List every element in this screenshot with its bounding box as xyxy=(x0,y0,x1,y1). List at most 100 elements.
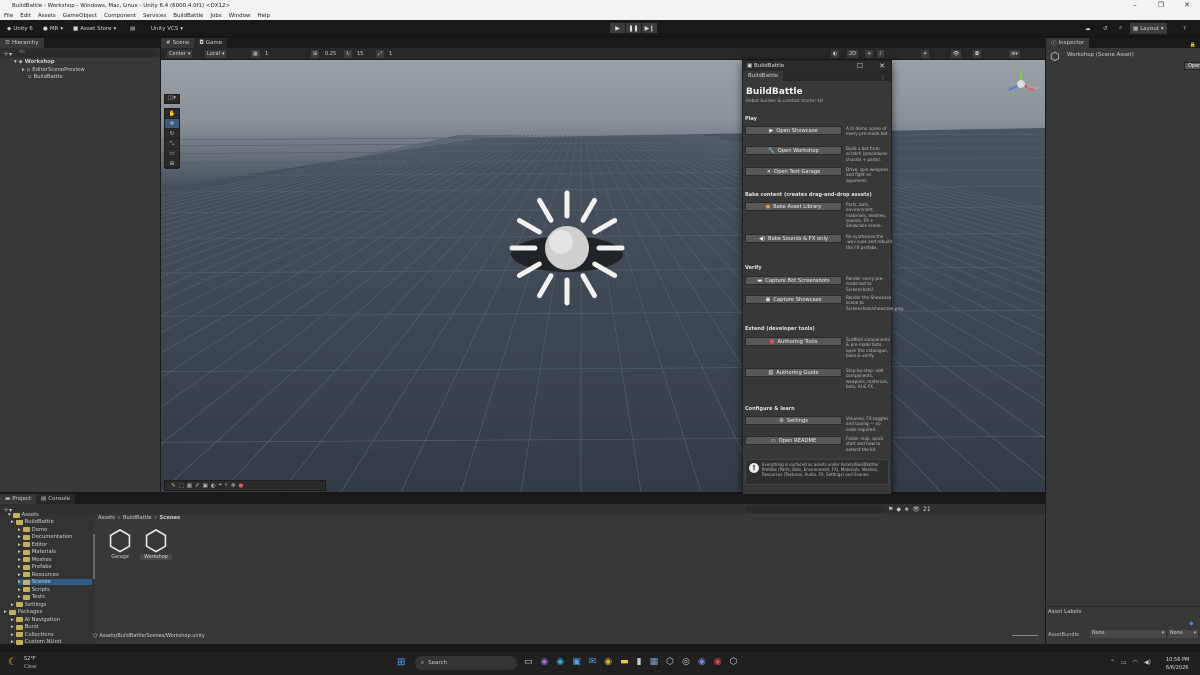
clock-date[interactable]: 6/6/2026 xyxy=(1166,665,1188,671)
menu-help[interactable]: Help xyxy=(257,13,270,19)
transform-tool-icon[interactable]: ⊞ xyxy=(165,159,179,169)
layout-dropdown[interactable]: ▦ Layout ▾ xyxy=(1130,23,1167,34)
brush-icon[interactable]: ✐ xyxy=(195,483,200,489)
grid-value[interactable]: 1 xyxy=(263,50,271,58)
breadcrumb-scenes[interactable]: Scenes xyxy=(160,515,181,521)
play-icon[interactable]: ▶ xyxy=(610,23,625,33)
snap-icon[interactable]: ⊞ xyxy=(311,50,320,58)
tree-item[interactable]: ▸ Burst xyxy=(11,624,39,630)
tree-scrollbar[interactable] xyxy=(93,534,95,579)
volume-icon[interactable]: ◀) xyxy=(1144,659,1151,666)
select-icon[interactable]: ⬚ xyxy=(179,483,184,489)
open-button[interactable]: Open xyxy=(1184,62,1200,70)
zoom-icon[interactable]: ⌕ xyxy=(225,482,228,489)
step-icon[interactable]: ▶❙ xyxy=(642,23,657,33)
fx-icon[interactable]: ✦ xyxy=(921,50,930,58)
asset-store-button[interactable]: ■ Asset Store ▾ xyxy=(70,23,119,34)
tile-icon[interactable]: ▦ xyxy=(187,483,192,489)
asset-tile-garage[interactable]: ⬡ Garage xyxy=(104,527,136,561)
tree-item[interactable]: ▸ Custom NUnit xyxy=(11,639,61,645)
authoring-guide-button[interactable]: ▤ Authoring Guide xyxy=(745,368,842,377)
assetbundle-dropdown[interactable]: None ▾ xyxy=(1090,630,1166,638)
move-icon[interactable]: ✥ xyxy=(231,483,236,489)
file-explorer-icon[interactable]: ▬ xyxy=(620,657,629,667)
edge-icon[interactable]: ◉ xyxy=(556,657,564,667)
asset-tile-workshop[interactable]: ⬡ Workshop xyxy=(140,527,172,560)
maximize-icon[interactable]: ❐ xyxy=(1148,0,1174,11)
filter-icon[interactable]: ⚑ xyxy=(888,506,893,513)
chevron-up-icon[interactable]: ⌃ xyxy=(1110,659,1115,666)
bake-asset-library-button[interactable]: ● Bake Asset Library xyxy=(745,202,842,211)
orientation-label[interactable]: < Persp xyxy=(1021,86,1039,91)
variant-dropdown[interactable]: None ▾ xyxy=(1168,630,1198,638)
eraser-icon[interactable]: ◐ xyxy=(211,483,216,489)
user-button[interactable]: ● MR ▾ xyxy=(40,23,66,34)
tree-item[interactable]: ▸ Editor xyxy=(18,542,47,548)
tree-item[interactable]: ▸ Resources xyxy=(18,572,59,578)
hierarchy-item[interactable]: ▸ ▫ EditorScenePreview xyxy=(22,67,85,73)
menu-file[interactable]: File xyxy=(4,13,13,19)
angle-value[interactable]: 15 xyxy=(355,50,366,58)
clock-time[interactable]: 10:56 PM xyxy=(1166,657,1189,663)
overlay-menu-icon[interactable]: ◫▾ xyxy=(164,94,180,104)
buildbattle-titlebar[interactable]: ▣ BuildBattle ☐ ✕ xyxy=(743,61,891,71)
scale-value[interactable]: 1 xyxy=(387,50,395,58)
menu-edit[interactable]: Edit xyxy=(20,13,31,19)
visibility-icon[interactable]: 👁 xyxy=(912,506,920,513)
windows-start-icon[interactable]: ⊞ xyxy=(397,657,405,668)
tree-item[interactable]: ▸ BuildBattle xyxy=(11,519,54,525)
mail-icon[interactable]: ✉ xyxy=(589,657,597,667)
tree-item[interactable]: ▸ Materials xyxy=(18,549,56,555)
open-test-garage-button[interactable]: ✕ Open Test Garage xyxy=(745,167,842,176)
open-readme-button[interactable]: ▭ Open README xyxy=(745,436,842,445)
store-icon[interactable]: ▣ xyxy=(572,657,581,667)
tab-scene[interactable]: # Scene xyxy=(161,38,195,48)
search-toolbar-icon[interactable]: ▤ xyxy=(127,23,138,34)
breadcrumb-assets[interactable]: Assets xyxy=(98,515,115,521)
tab-hierarchy[interactable]: ☰ Hierarchy xyxy=(0,38,44,48)
open-showcase-button[interactable]: ▶ Open Showcase xyxy=(745,126,842,135)
hierarchy-search-input[interactable]: All xyxy=(15,49,157,57)
tree-item[interactable]: ▸ AI Navigation xyxy=(11,617,60,623)
weather-temp[interactable]: 52°F xyxy=(24,656,36,662)
cloud-icon[interactable]: ☁ xyxy=(1082,23,1094,34)
hierarchy-item[interactable]: ▫ BuildBattle xyxy=(28,74,63,80)
wifi-icon[interactable]: ◠ xyxy=(1133,659,1138,666)
lock-icon[interactable]: 🔒 xyxy=(1190,42,1196,48)
tab-game[interactable]: ◘ Game xyxy=(194,38,228,48)
minimize-icon[interactable]: – xyxy=(1122,0,1148,11)
project-search-input[interactable] xyxy=(745,505,886,513)
rotate-tool-icon[interactable]: ↻ xyxy=(165,129,179,139)
rect-tool-icon[interactable]: ▭ xyxy=(165,149,179,159)
menu-window[interactable]: Window xyxy=(229,13,251,19)
lighting-icon[interactable]: ☀ xyxy=(865,50,874,58)
account-button[interactable]: ◆ Unity 6 xyxy=(4,23,36,34)
unity-editor-icon[interactable]: ⬡ xyxy=(730,657,738,667)
vcs-button[interactable]: Unity VCS ▾ xyxy=(148,23,186,34)
taskbar-search[interactable]: ⌕ Search xyxy=(415,656,517,670)
breadcrumb-buildbattle[interactable]: BuildBattle xyxy=(123,515,151,521)
label-icon[interactable]: ◆ xyxy=(1189,620,1194,627)
move-tool-icon[interactable]: ✥ xyxy=(165,119,179,129)
tree-item[interactable]: ▸ Meshes xyxy=(18,557,52,563)
space-dropdown[interactable]: Local ▾ xyxy=(205,50,227,58)
tree-item[interactable]: ▸ Documentation xyxy=(18,534,73,540)
capture-showcase-button[interactable]: ▣ Capture Showcase xyxy=(745,295,842,304)
discord-icon[interactable]: ◉ xyxy=(698,657,706,667)
open-workshop-button[interactable]: 🔧 Open Workshop xyxy=(745,146,842,155)
menu-component[interactable]: Component xyxy=(104,13,136,19)
2d-toggle-icon[interactable]: 2D xyxy=(847,50,859,58)
star-icon[interactable]: ★ xyxy=(904,506,909,513)
tab-console[interactable]: ▤ Console xyxy=(36,494,76,504)
steam-icon[interactable]: ◎ xyxy=(682,657,690,667)
zoom-slider[interactable] xyxy=(1012,635,1038,636)
rotation-snap-icon[interactable]: ↻ xyxy=(344,50,353,58)
tree-item[interactable]: ▸ Scripts xyxy=(18,587,50,593)
tree-item[interactable]: ▸ Prefabs xyxy=(18,564,51,570)
chrome-icon[interactable]: ◉ xyxy=(604,657,612,667)
network-icon[interactable]: ▭ xyxy=(1121,659,1127,666)
scene-viewport[interactable]: < Persp ✋ ✥ ↻ ⤡ ▭ ⊞ ◫▾ ✎ ⬚ ▦ ✐ ▣ ◐ ⌖ ⌕ ✥ ● xyxy=(161,60,1045,492)
audio-icon[interactable]: ♪ xyxy=(877,50,885,58)
scale-snap-icon[interactable]: ⤢ xyxy=(376,50,385,58)
menu-gameobject[interactable]: GameObject xyxy=(63,13,97,19)
